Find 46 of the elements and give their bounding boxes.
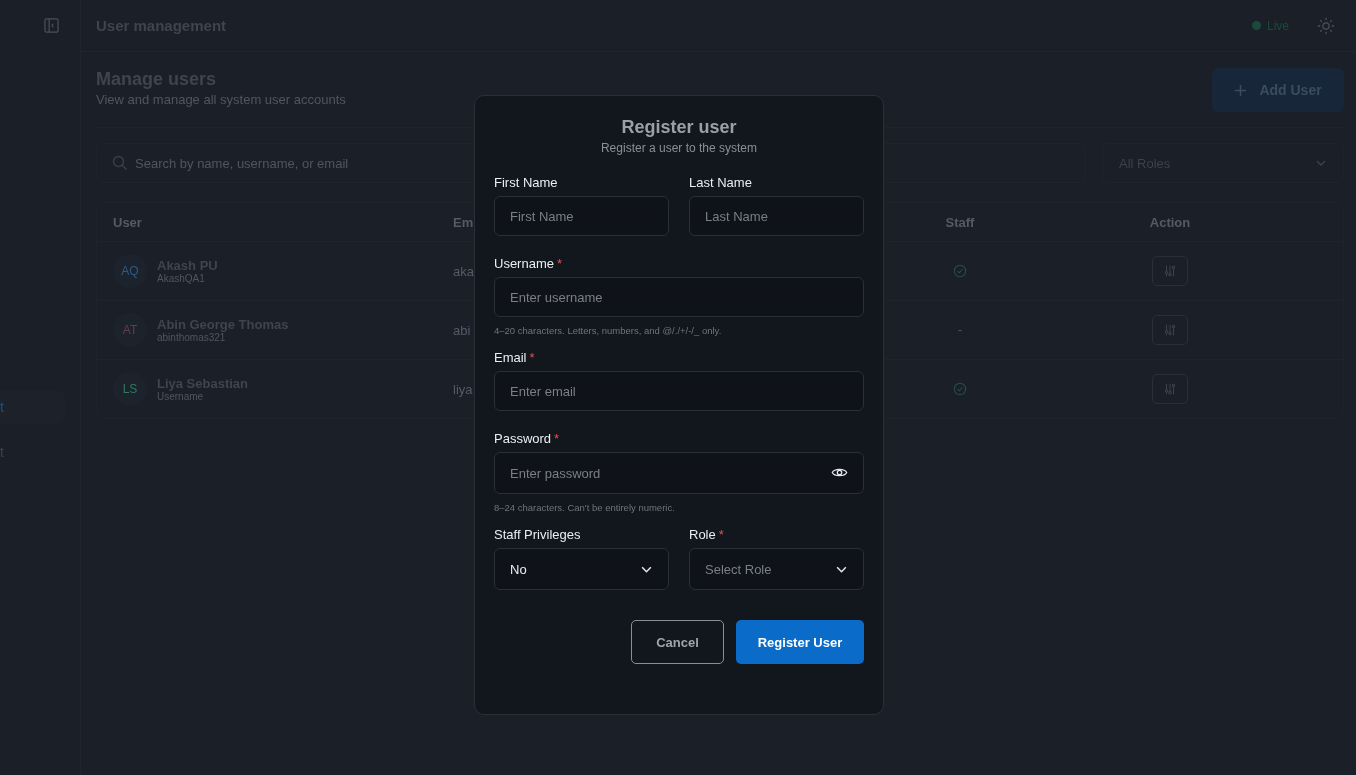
column-header: Staff [944, 214, 976, 230]
status-dot [1252, 21, 1261, 30]
dialog-title: Register user [621, 117, 737, 138]
text-input-field[interactable]: Enter email [494, 371, 864, 411]
column-header: Em [453, 215, 474, 230]
sliders-icon [1163, 264, 1177, 278]
user-avatar: AT [113, 313, 147, 347]
user-avatar: LS [113, 372, 147, 406]
required-mark: * [718, 527, 724, 542]
settings-button[interactable] [1152, 315, 1188, 345]
required-mark: * [529, 350, 535, 365]
field-label: Username [494, 256, 554, 271]
required-mark: * [554, 431, 560, 446]
sidebar-toggle-icon[interactable] [44, 18, 59, 33]
settings-button[interactable] [1152, 256, 1188, 286]
text-input-field[interactable]: First Name [494, 196, 669, 236]
text-input-field[interactable]: Last Name [689, 196, 864, 236]
sliders-icon [1163, 382, 1177, 396]
field-label: Staff Privileges [494, 527, 581, 542]
settings-button[interactable] [1152, 374, 1188, 404]
register-button[interactable]: Register User [736, 620, 864, 664]
text-input-field[interactable]: Enter username [494, 277, 864, 317]
field-label: Role [689, 527, 716, 542]
user-email: aka [453, 264, 474, 279]
dialog-subtitle: Register a user to the system [600, 141, 758, 155]
user-avatar: AQ [113, 254, 147, 288]
user-email: abi [453, 323, 471, 338]
user-email: liya [453, 382, 473, 397]
field-hint: 8–24 characters. Can't be entirely numeric. [494, 502, 676, 513]
password-field[interactable]: Enter password [494, 452, 864, 494]
field-label: First Name [494, 175, 558, 190]
field-label: Password [494, 431, 552, 446]
sliders-icon [1163, 323, 1177, 337]
select-dropdown[interactable]: No [494, 548, 669, 590]
select-dropdown[interactable]: Select Role [689, 548, 864, 590]
column-header: User [113, 214, 143, 230]
column-header: Action [1148, 214, 1192, 230]
staff-empty-mark: - [958, 323, 962, 337]
field-hint: 4–20 characters. Letters, numbers, and @/./+/-/_ only. [494, 325, 723, 336]
required-mark: * [556, 256, 563, 271]
field-label: Last Name [689, 175, 752, 190]
cancel-button[interactable]: Cancel [631, 620, 724, 664]
theme-toggle-icon[interactable] [1317, 16, 1335, 35]
plus-icon [1234, 83, 1248, 97]
field-label: Email [494, 350, 527, 365]
search-icon [112, 155, 128, 171]
